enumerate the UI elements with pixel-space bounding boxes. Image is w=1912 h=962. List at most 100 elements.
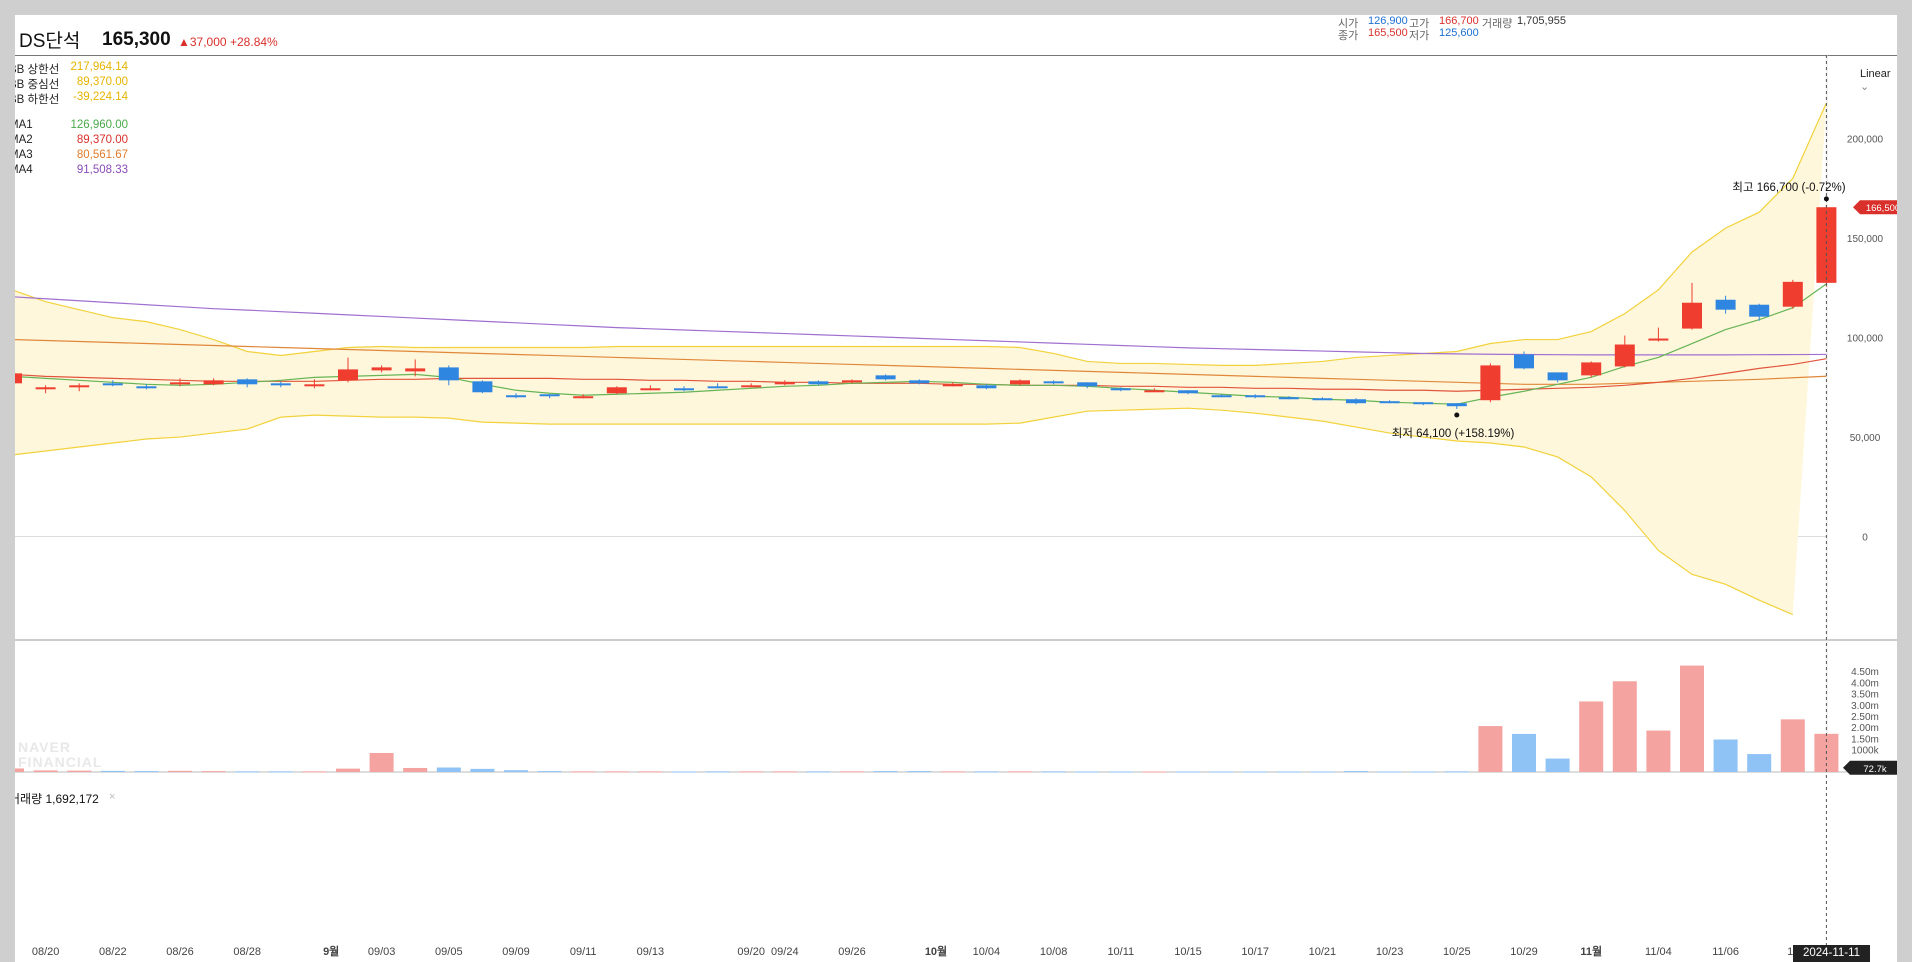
price-tick-label: 50,000 <box>1850 433 1881 444</box>
candle <box>438 367 459 381</box>
x-tick-label: 9월 <box>323 944 339 958</box>
candle <box>1480 365 1501 401</box>
volume-bar <box>1344 771 1368 773</box>
x-tick-label: 10/25 <box>1443 946 1471 958</box>
annotation-dot <box>1823 196 1829 202</box>
current-price-tag-label: 166,500 <box>1866 203 1897 214</box>
price-volume-chart[interactable]: 0 50,000 100,000 150,000 200,000 166,500 4.50m… <box>15 15 1897 962</box>
candle <box>1715 299 1736 310</box>
candle <box>976 385 997 389</box>
volume-bar <box>436 767 461 772</box>
legend-bb-upper-value: 217,964.14 <box>70 61 128 73</box>
legend-ma4-value: 91,508.33 <box>76 164 128 176</box>
candle <box>640 388 661 391</box>
scale-toggle-button[interactable]: Linear ⌄ <box>1860 68 1897 93</box>
price-tick-label: 0 <box>1862 533 1868 544</box>
volume-bar <box>201 771 226 773</box>
candle <box>506 395 526 398</box>
annotation-dot <box>1454 412 1460 418</box>
candle <box>1413 402 1434 405</box>
annotation-label: 최고 166,700 (-0.72%) <box>1732 181 1845 194</box>
volume-bar <box>739 771 764 773</box>
volume-bar <box>940 771 965 773</box>
volume-panel-close-icon[interactable]: × <box>109 791 115 803</box>
candle <box>606 387 627 394</box>
volume-bar <box>33 770 58 772</box>
price-tick-label: 200,000 <box>1847 135 1884 146</box>
volume-tick-label: 1.50m <box>1851 734 1879 745</box>
x-tick-label: 09/26 <box>838 946 866 958</box>
x-tick-label: 08/26 <box>166 946 194 958</box>
candle <box>1547 372 1568 381</box>
legend-bb-middle-value: 89,370.00 <box>76 76 128 88</box>
volume-bar <box>1310 771 1335 773</box>
candle <box>1514 354 1534 369</box>
volume-bar <box>268 771 293 773</box>
volume-bar <box>1444 771 1469 773</box>
x-tick-label: 09/20 <box>737 946 765 958</box>
volume-bar <box>1243 771 1268 773</box>
price-tick-label: 150,000 <box>1847 234 1884 245</box>
candle <box>1010 380 1030 385</box>
candle <box>1278 397 1299 400</box>
current-volume-tag-label: 72.7k <box>1863 764 1886 775</box>
candle <box>1782 281 1803 307</box>
x-tick-label: 11/06 <box>1712 946 1739 958</box>
volume-tick-label: 3.00m <box>1851 701 1879 712</box>
legend-ma2-value: 89,370.00 <box>76 134 128 146</box>
volume-bar <box>1780 719 1805 772</box>
volume-bar <box>1176 771 1200 773</box>
candle <box>1245 395 1266 398</box>
candle <box>774 382 795 385</box>
x-tick-label: 10/11 <box>1107 946 1134 958</box>
x-tick-label: 10월 <box>925 944 947 958</box>
volume-bar <box>369 752 394 772</box>
volume-bar <box>537 771 562 773</box>
candle <box>270 383 291 386</box>
annotation-label: 최저 64,100 (+158.19%) <box>1392 427 1515 440</box>
volume-bar <box>1041 771 1066 773</box>
volume-bar <box>1108 771 1133 773</box>
candle <box>909 380 930 384</box>
volume-bar <box>604 771 629 773</box>
x-tick-label: 10/08 <box>1040 946 1068 958</box>
candle <box>1682 302 1702 329</box>
candle <box>539 394 560 397</box>
x-tick-label: 09/09 <box>502 946 530 958</box>
x-tick-label: 08/22 <box>99 946 127 958</box>
volume-bar <box>1713 739 1738 772</box>
x-tick-label: 11/04 <box>1645 946 1672 958</box>
candle <box>69 385 90 388</box>
volume-bar <box>403 767 428 772</box>
candle <box>1648 338 1669 341</box>
x-tick-label: 10/21 <box>1309 946 1337 958</box>
candle <box>1346 399 1366 404</box>
x-tick-label: 08/20 <box>32 946 60 958</box>
volume-tick-label: 2.50m <box>1851 712 1879 723</box>
candle <box>102 383 123 386</box>
candle <box>371 367 392 371</box>
x-tick-label: 09/03 <box>368 946 396 958</box>
x-tick-label: 09/13 <box>637 946 665 958</box>
candle <box>170 382 190 385</box>
volume-bar <box>1478 726 1503 772</box>
volume-tick-label: 2.00m <box>1851 723 1879 734</box>
volume-bar <box>907 771 932 773</box>
volume-bar <box>840 771 864 773</box>
price-tick-label: 100,000 <box>1847 334 1884 345</box>
candle <box>35 387 56 390</box>
candle <box>1178 390 1198 394</box>
candle <box>1614 344 1635 367</box>
volume-bar <box>1411 771 1436 773</box>
candle <box>842 380 862 383</box>
volume-bar <box>1579 701 1604 772</box>
candle <box>237 379 258 385</box>
volume-bar <box>672 771 696 773</box>
volume-bar <box>336 768 360 772</box>
volume-bar <box>1680 665 1704 772</box>
volume-bar <box>67 770 92 772</box>
candle <box>1211 395 1232 398</box>
volume-bar <box>1209 771 1234 773</box>
volume-bar <box>772 771 797 773</box>
volume-bar <box>1075 771 1100 773</box>
